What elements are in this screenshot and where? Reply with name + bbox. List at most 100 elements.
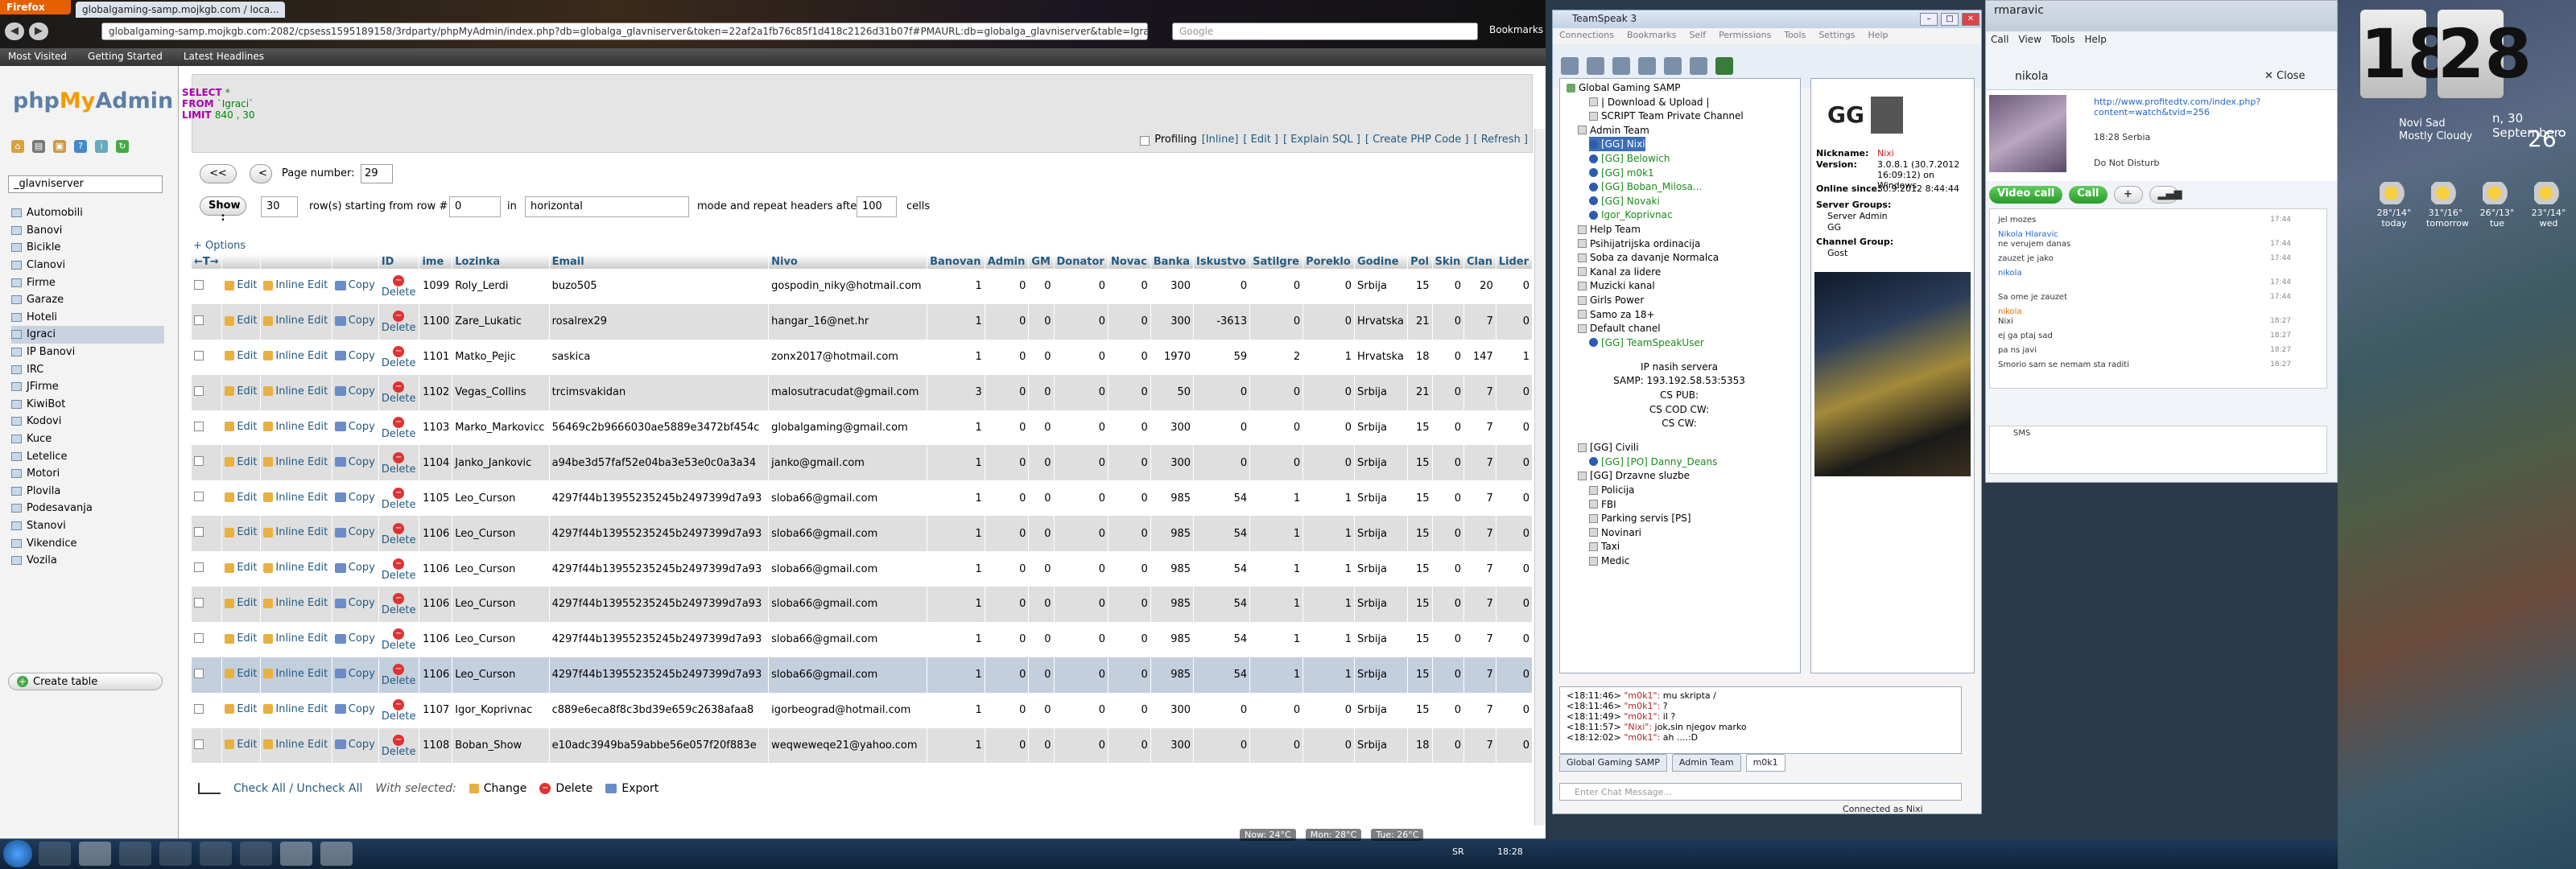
away-icon[interactable] [1612,57,1630,75]
bookmark-item[interactable]: Getting Started [88,51,163,64]
sms-toggle[interactable]: SMS [2013,429,2030,438]
table-row[interactable]: Edit Inline Edit Copy − Delete 1106 Leo_Curson… [192,587,1534,622]
inline-edit-action[interactable]: Inline Edit [260,587,332,622]
connect-icon[interactable] [1561,57,1579,75]
call-button[interactable]: Call [2069,186,2107,204]
edit-action[interactable]: Edit [221,480,262,517]
edit-action[interactable]: Edit [221,551,262,587]
delete-action[interactable]: − Delete [378,445,420,481]
tree-client[interactable]: [GG] Boban_Milosa... [1589,179,1702,194]
page-scrollbar[interactable] [1534,129,1546,826]
table-row[interactable]: Edit Inline Edit Copy − Delete 1104 Janko_Jank… [192,445,1534,481]
subscribe-icon[interactable] [1690,57,1707,75]
tree-channel[interactable]: Psihijatrijska ordinacija [1578,237,1700,251]
cmd-icon[interactable] [240,842,272,866]
row-checkbox[interactable] [194,421,204,431]
copy-action[interactable]: Copy [332,727,379,764]
help-icon[interactable]: i [95,140,108,153]
column-header[interactable]: Donator [1054,254,1109,269]
sidebar-table-item[interactable]: Letelice [11,447,164,465]
skype-icon[interactable] [320,842,353,866]
copy-action[interactable]: Copy [332,551,379,587]
tree-channel[interactable]: Soba za davanje Normalca [1578,250,1719,265]
row-checkbox[interactable] [194,597,204,607]
edit-action[interactable]: Edit [221,410,262,446]
tree-channel[interactable]: Girls Power [1578,293,1644,307]
column-header[interactable]: ←T→ [192,254,223,269]
close-icon[interactable]: ✕ [1962,13,1979,26]
delete-button[interactable]: − Delete [539,782,592,795]
copy-action[interactable]: Copy [332,621,379,657]
tree-channel[interactable]: Taxi [1589,539,1620,554]
tree-channel[interactable]: Help Team [1578,222,1641,237]
first-page-button[interactable]: << [200,164,237,183]
check-all-link[interactable]: Check All / Uncheck All [233,782,362,795]
delete-action[interactable]: − Delete [378,269,420,304]
channel-icon[interactable] [1715,57,1733,75]
copy-action[interactable]: Copy [332,339,379,375]
page-number-select[interactable]: 29 [361,164,393,183]
tree-client[interactable]: Igor_Koprivnac [1589,208,1673,222]
tree-server[interactable]: Global Gaming SAMP [1567,80,1680,95]
ie-icon[interactable] [39,842,71,866]
edit-action[interactable]: Edit [221,516,262,552]
delete-action[interactable]: − Delete [378,339,420,375]
table-row[interactable]: Edit Inline Edit Copy − Delete 1099 Roly_Lerdi… [192,269,1534,304]
profiling-checkbox[interactable] [1140,136,1150,146]
table-row[interactable]: Edit Inline Edit Copy − Delete 1102 Vegas_Coll… [192,374,1534,410]
sidebar-table-item[interactable]: Podesavanja [11,500,164,517]
copy-action[interactable]: Copy [332,587,379,622]
pma-logo[interactable]: phpMyAdmin [13,89,173,113]
row-checkbox[interactable] [194,703,204,714]
table-row[interactable]: Edit Inline Edit Copy − Delete 1108 Boban_Show… [192,727,1534,764]
firefox-menu-button[interactable]: Firefox [0,0,71,14]
column-header[interactable]: ID [378,254,420,269]
ts-menu-item[interactable]: Connections [1559,30,1614,41]
inline-edit-action[interactable]: Inline Edit [260,303,332,340]
delete-action[interactable]: − Delete [378,657,420,693]
menu-tools[interactable]: Tools [2051,34,2075,47]
row-count-input[interactable]: 30 [261,196,298,217]
column-header[interactable]: Admin [985,254,1030,269]
ts-menu-item[interactable]: Help [1868,30,1888,41]
show-button[interactable]: Show : [200,196,246,224]
search-input[interactable]: Google [1172,23,1478,40]
row-checkbox[interactable] [194,562,204,573]
sidebar-table-item[interactable]: Garaze [11,291,164,309]
sidebar-table-item[interactable]: Automobili [11,204,164,222]
column-header[interactable]: Banovan [927,254,985,269]
column-header[interactable]: Banka [1150,254,1195,269]
bookmark-item[interactable]: Most Visited [8,51,67,64]
copy-action[interactable]: Copy [332,516,379,552]
column-header[interactable]: Lozinka [452,254,550,269]
inline-edit-action[interactable]: Inline Edit [260,480,332,517]
docs-icon[interactable]: ? [74,140,87,153]
system-clock[interactable]: 18:28 [1497,846,1523,857]
tree-channel[interactable]: Novinari [1589,525,1641,540]
edit-action[interactable]: Edit [221,727,262,764]
tab-server[interactable]: Global Gaming SAMP [1559,754,1667,772]
delete-action[interactable]: − Delete [378,692,420,728]
bookmark-icon[interactable] [1587,57,1604,75]
prev-page-button[interactable]: < [250,164,272,183]
explain-sql-link[interactable]: [ Explain SQL ] [1283,134,1360,150]
chat-input[interactable]: Enter Chat Message... [1559,783,1962,801]
table-row[interactable]: Edit Inline Edit Copy − Delete 1106 Leo_Curson… [192,657,1534,693]
sidebar-table-item[interactable]: IRC [11,360,164,378]
delete-action[interactable]: − Delete [378,727,420,764]
row-checkbox[interactable] [194,279,204,290]
copy-action[interactable]: Copy [332,303,379,340]
copy-action[interactable]: Copy [332,374,379,410]
table-row[interactable]: Edit Inline Edit Copy − Delete 1107 Igor_Kopri… [192,692,1534,728]
sidebar-table-item[interactable]: Motori [11,465,164,483]
delete-action[interactable]: − Delete [378,374,420,410]
edit-action[interactable]: Edit [221,303,262,340]
repeat-headers-input[interactable]: 100 [857,196,897,217]
inline-edit-action[interactable]: Inline Edit [260,410,332,446]
table-row[interactable]: Edit Inline Edit Copy − Delete 1105 Leo_Curson… [192,480,1534,517]
signal-icon[interactable]: ▂▄▆ [2149,186,2182,204]
mute-speaker-icon[interactable] [1664,57,1682,75]
edit-action[interactable]: Edit [221,621,262,657]
sidebar-table-item[interactable]: Banovi [11,222,164,240]
tree-client[interactable]: [GG] Nixi [1589,137,1645,152]
